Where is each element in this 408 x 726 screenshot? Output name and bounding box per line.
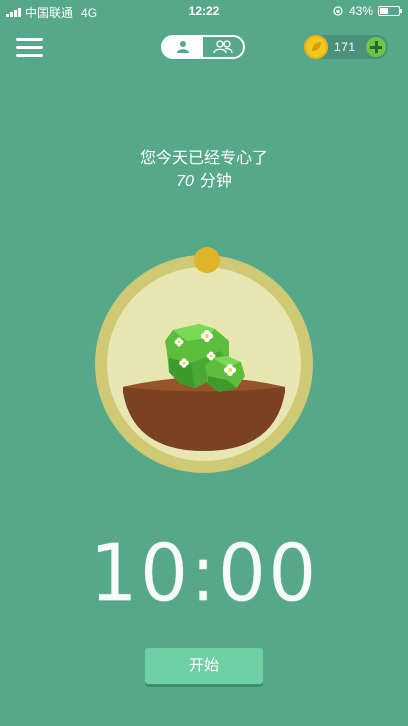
single-mode-tab[interactable] — [163, 37, 203, 57]
mode-toggle — [161, 35, 245, 59]
slider-knob[interactable] — [194, 247, 220, 273]
focus-minutes-unit: 分钟 — [199, 173, 232, 190]
menu-button[interactable] — [16, 38, 43, 58]
add-coins-button[interactable] — [366, 37, 386, 57]
tree-illustration[interactable] — [95, 246, 313, 476]
battery-icon — [378, 6, 402, 16]
rotation-lock-icon — [333, 6, 343, 16]
focus-minutes-value: 70 — [176, 173, 194, 190]
battery-percent: 43% — [348, 4, 373, 18]
timer-value: 10:00 — [89, 525, 319, 620]
status-bar: 中国联通 4G 12:22 43% — [0, 0, 408, 22]
group-users-icon — [213, 40, 233, 54]
group-mode-tab[interactable] — [203, 37, 243, 57]
single-user-icon — [177, 41, 189, 53]
focus-message: 您今天已经专心了 — [139, 150, 268, 167]
status-right: 43% — [333, 4, 402, 18]
coin-icon — [304, 35, 328, 59]
focus-minutes-line: 70 分钟 — [0, 167, 408, 191]
coin-balance: 171 — [304, 35, 388, 59]
coin-leaf-icon — [312, 42, 321, 51]
battery-fill — [380, 8, 388, 14]
coin-count: 171 — [334, 40, 356, 54]
countdown-timer: 10:00 — [0, 525, 408, 620]
start-button[interactable]: 开始 — [145, 648, 263, 684]
